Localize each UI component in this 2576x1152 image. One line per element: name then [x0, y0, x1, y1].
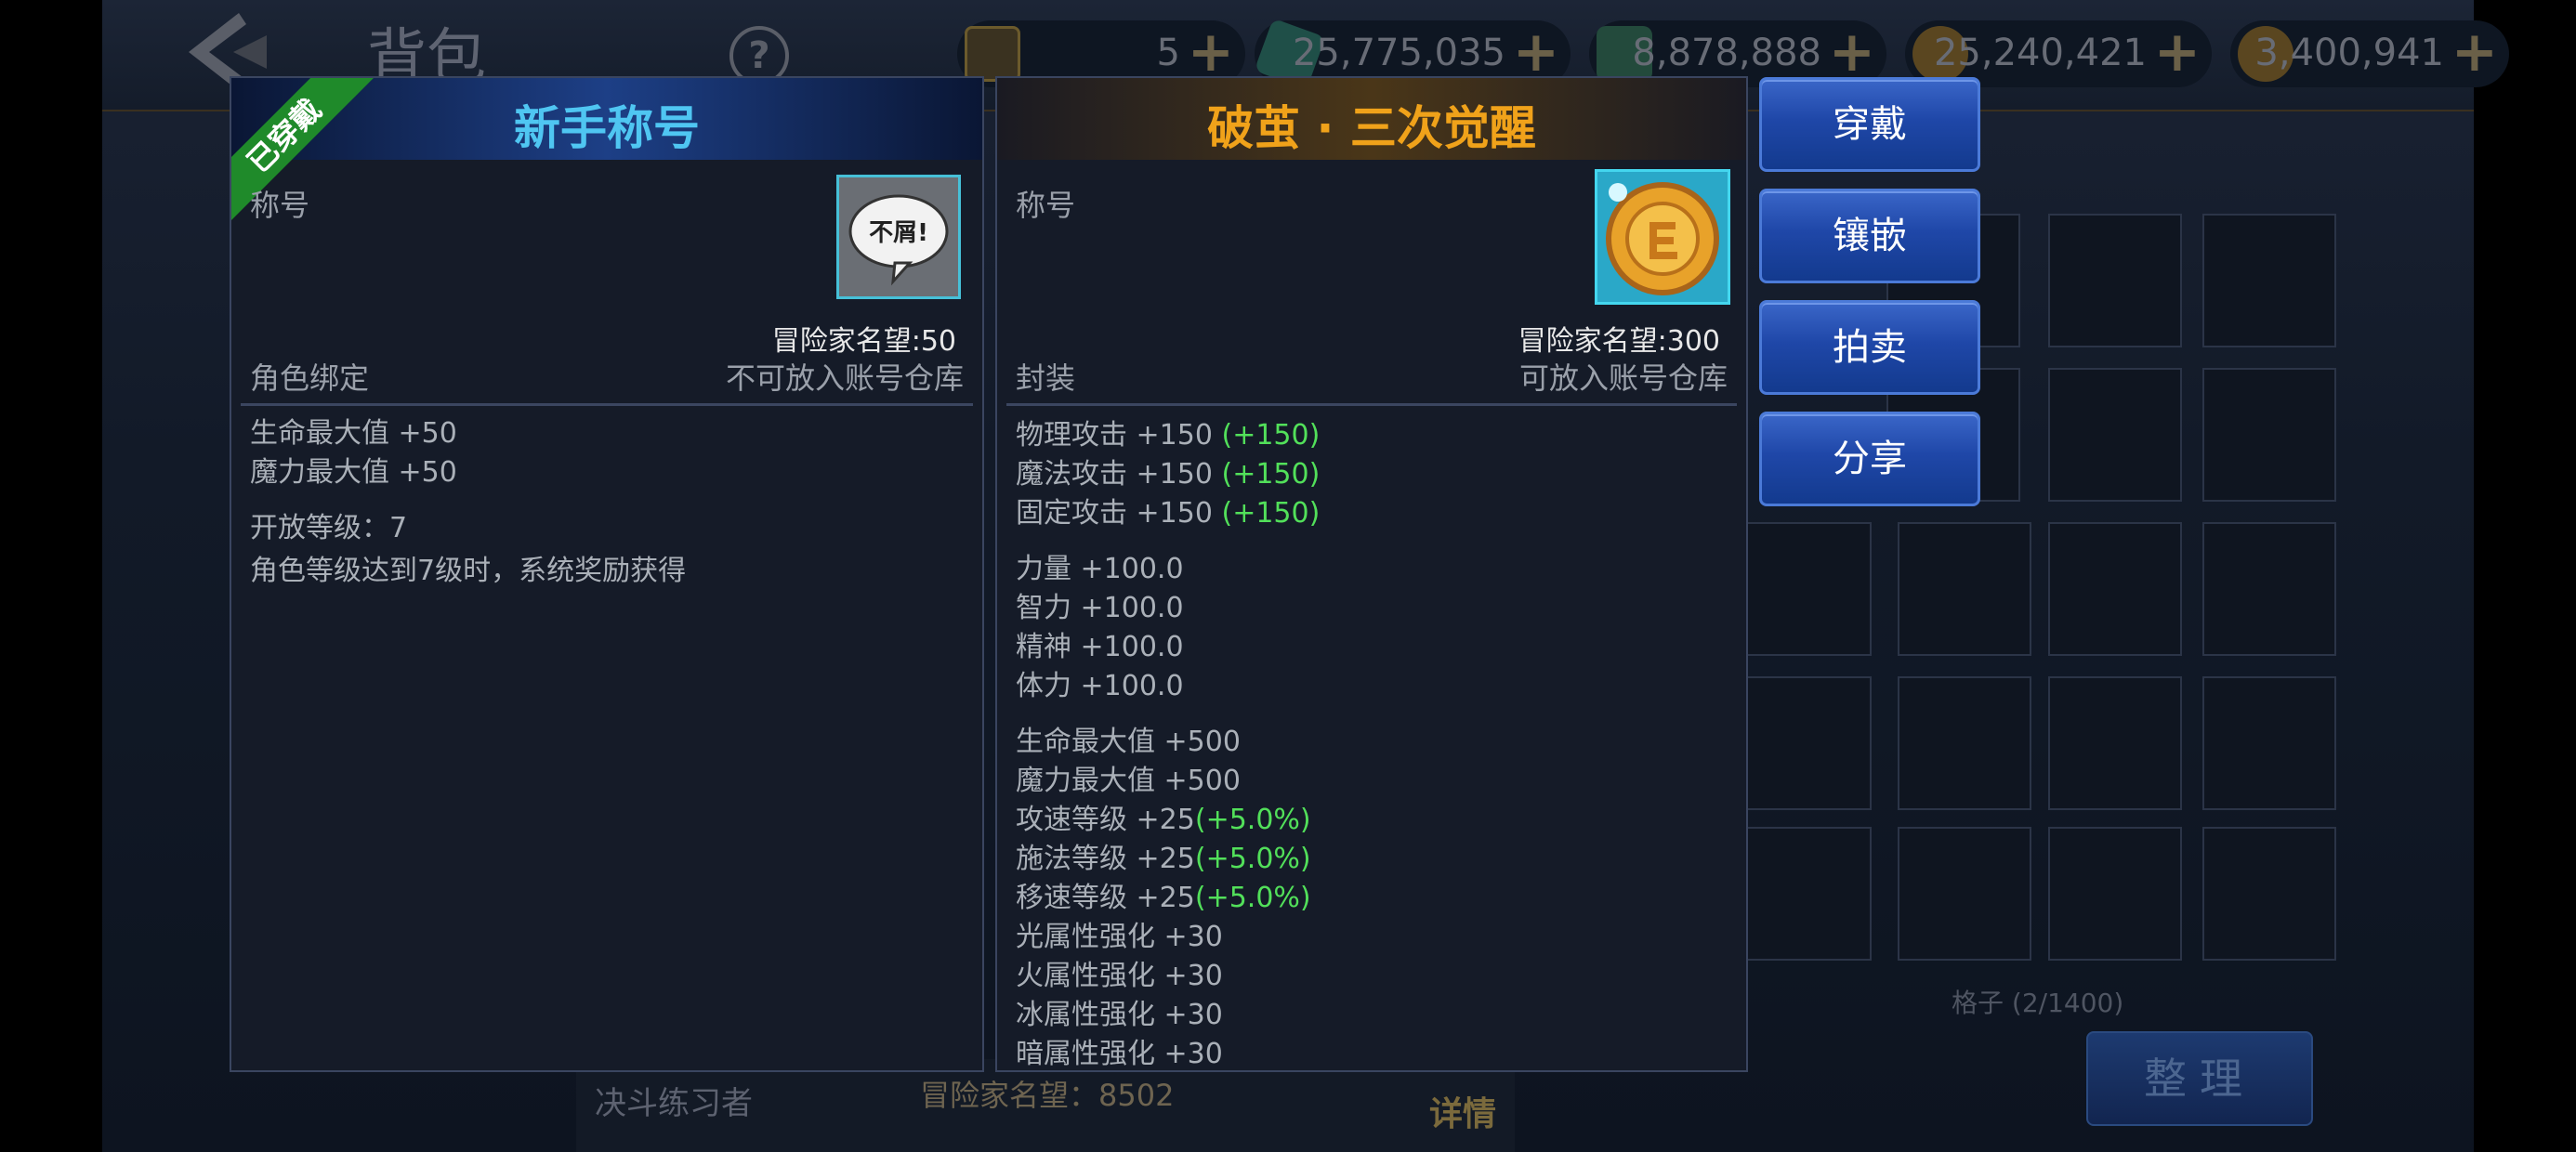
storage-rule: 不可放入账号仓库: [725, 360, 964, 396]
attack-stats: 物理攻击 +150 (+150) 魔法攻击 +150 (+150) 固定攻击 +…: [1016, 416, 1320, 533]
stat-line: 火属性强化 +30: [1016, 960, 1223, 992]
inventory-slot[interactable]: [2048, 214, 2182, 347]
stat-line: 光属性强化 +30: [1016, 921, 1223, 953]
stat-line: 力量 +100.0: [1016, 553, 1184, 585]
stat-line: 精神 +100.0: [1016, 631, 1184, 663]
add-currency-button[interactable]: +: [1513, 24, 1559, 80]
equipped-title-panel: 新手称号 已穿戴 称号 不屑! 冒险家名望:50 角色绑定 不可放入账号仓库 生…: [230, 76, 984, 1072]
panel-header: 破茧 · 三次觉醒: [997, 78, 1746, 160]
character-reputation: 冒险家名望：8502: [920, 1078, 1175, 1113]
bind-type: 角色绑定: [250, 360, 370, 396]
divider: [241, 403, 973, 406]
stat-list: 物理攻击 +150 (+150) 魔法攻击 +150 (+150) 固定攻击 +…: [1016, 416, 1320, 1070]
stat-line: 生命最大值 +50: [250, 417, 457, 450]
base-stats: 力量 +100.0 智力 +100.0 精神 +100.0 体力 +100.0: [1016, 550, 1320, 706]
inventory-slot[interactable]: [1738, 522, 1872, 656]
inlay-button[interactable]: 镶嵌: [1759, 189, 1980, 283]
inventory-slot[interactable]: [1738, 676, 1872, 810]
divider: [1006, 403, 1737, 406]
stat-line: 暗属性强化 +30: [1016, 1038, 1223, 1070]
stat-line: 体力 +100.0: [1016, 670, 1184, 702]
item-type: 称号: [250, 188, 310, 223]
character-info-bar: 决斗练习者 冒险家名望：8502 详情: [576, 1059, 1515, 1152]
currency-locked-gold: 3,400,941 +: [2230, 20, 2509, 87]
inventory-slot[interactable]: [2202, 368, 2336, 502]
reputation-requirement: 冒险家名望:50: [771, 325, 956, 358]
item-description: 角色等级达到7级时，系统奖励获得: [250, 555, 687, 587]
character-title: 决斗练习者: [595, 1085, 753, 1122]
storage-rule: 可放入账号仓库: [1518, 360, 1728, 396]
currency-amount: 5: [1156, 32, 1180, 74]
currency-amount: 3,400,941: [2254, 32, 2444, 74]
stat-line: 固定攻击 +150 (+150): [1016, 497, 1321, 530]
inventory-slot[interactable]: [2048, 368, 2182, 502]
stat-line: 魔法攻击 +150 (+150): [1016, 458, 1321, 491]
stat-line: 生命最大值 +500: [1016, 726, 1241, 758]
add-currency-button[interactable]: +: [2154, 24, 2201, 80]
currency-amount: 25,775,035: [1292, 32, 1505, 74]
add-currency-button[interactable]: +: [1188, 24, 1234, 80]
open-level: 开放等级：7: [250, 512, 408, 544]
detail-button[interactable]: 详情: [1429, 1087, 1496, 1135]
inventory-slot[interactable]: [1898, 522, 2031, 656]
item-name: 破茧 · 三次觉醒: [1207, 101, 1536, 155]
currency-amount: 25,240,421: [1933, 32, 2147, 74]
inventory-slot[interactable]: [2202, 676, 2336, 810]
stat-line: 攻速等级 +25(+5.0%): [1016, 804, 1311, 836]
sort-button[interactable]: 整理: [2086, 1031, 2313, 1126]
inventory-slot[interactable]: [2048, 827, 2182, 961]
inventory-slot[interactable]: [1898, 827, 2031, 961]
inventory-slot[interactable]: [2202, 522, 2336, 656]
emblem-icon: [965, 26, 1020, 82]
inventory-slot[interactable]: [2202, 214, 2336, 347]
reputation-requirement: 冒险家名望:300: [1518, 325, 1720, 358]
stat-line: 魔力最大值 +500: [1016, 765, 1241, 797]
inventory-slot[interactable]: [2048, 522, 2182, 656]
currency-amount: 8,878,888: [1632, 32, 1821, 74]
stat-group: 生命最大值 +50 魔力最大值 +50: [250, 414, 686, 492]
misc-stats: 生命最大值 +500 魔力最大值 +500 攻速等级 +25(+5.0%) 施法…: [1016, 723, 1320, 1070]
add-currency-button[interactable]: +: [1829, 24, 1875, 80]
stat-line: 智力 +100.0: [1016, 592, 1184, 624]
stat-line: 施法等级 +25(+5.0%): [1016, 843, 1311, 875]
inventory-slot[interactable]: [1738, 827, 1872, 961]
stat-list: 生命最大值 +50 魔力最大值 +50 开放等级：7 角色等级达到7级时，系统奖…: [250, 414, 686, 591]
stat-line: 魔力最大值 +50: [250, 456, 457, 489]
icon-text: 不屑!: [869, 219, 928, 247]
bind-type: 封装: [1016, 360, 1076, 396]
compare-title-panel: 破茧 · 三次觉醒 称号 冒险家名望:300 封装 可放入账号仓库 物理攻击 +…: [995, 76, 1748, 1072]
stat-line: 冰属性强化 +30: [1016, 999, 1223, 1031]
inventory-slot[interactable]: [1898, 676, 2031, 810]
item-type: 称号: [1016, 188, 1076, 223]
auction-button[interactable]: 拍卖: [1759, 300, 1980, 395]
inventory-slot[interactable]: [2202, 827, 2336, 961]
stat-line: 移速等级 +25(+5.0%): [1016, 882, 1311, 914]
speech-bubble-icon: 不屑!: [836, 175, 961, 299]
add-currency-button[interactable]: +: [2451, 24, 2498, 80]
awakening-emblem-icon: [1595, 169, 1730, 305]
bag-slot-count: 格子 (2/1400): [1952, 988, 2124, 1018]
stat-line: 物理攻击 +150 (+150): [1016, 419, 1321, 452]
equip-button[interactable]: 穿戴: [1759, 77, 1980, 172]
inventory-slot[interactable]: [2048, 676, 2182, 810]
share-button[interactable]: 分享: [1759, 412, 1980, 506]
